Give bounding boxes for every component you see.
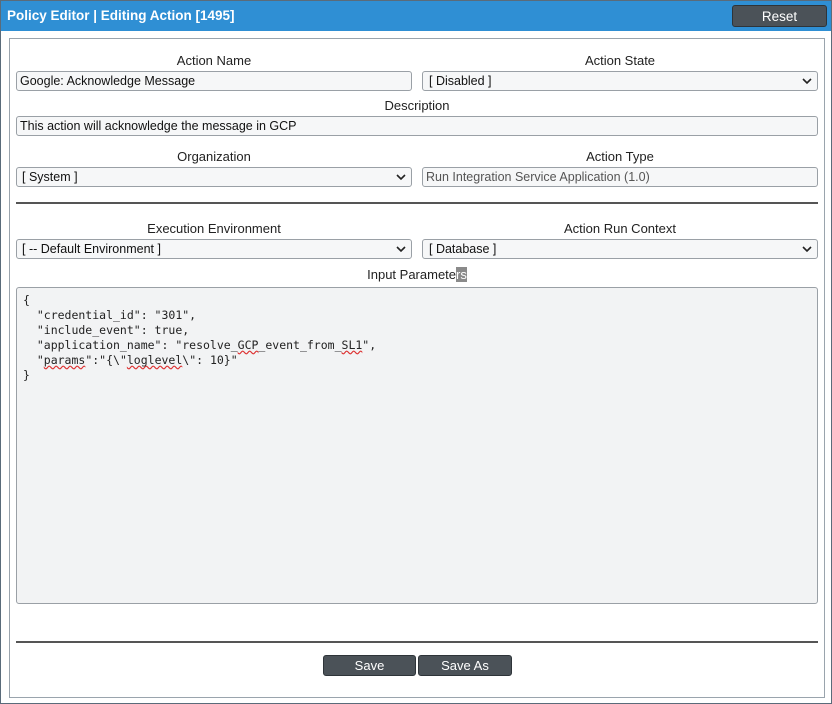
code-line: { xyxy=(23,293,30,307)
save-button[interactable]: Save xyxy=(323,655,416,676)
title-bar: Policy Editor | Editing Action [1495] Re… xyxy=(1,1,831,31)
description-label: Description xyxy=(384,98,450,113)
execution-environment-value: [ -- Default Environment ] xyxy=(22,242,161,256)
organization-label: Organization xyxy=(177,149,251,164)
input-parameters-label-selection: rs xyxy=(456,267,467,282)
policy-editor-window: Policy Editor | Editing Action [1495] Re… xyxy=(0,0,832,704)
action-run-context-value: [ Database ] xyxy=(429,242,497,256)
action-run-context-select[interactable]: [ Database ] xyxy=(422,239,818,259)
action-name-input[interactable]: Google: Acknowledge Message xyxy=(16,71,412,91)
action-state-label: Action State xyxy=(584,53,656,68)
footer-divider xyxy=(16,641,818,643)
input-parameters-label-text: Input Paramete xyxy=(367,267,457,282)
code-line: "params":"{\"loglevel\": 10}" xyxy=(23,353,238,367)
chevron-down-icon xyxy=(396,174,406,181)
code-line: "application_name": "resolve_GCP_event_f… xyxy=(23,338,377,352)
action-type-field: Run Integration Service Application (1.0… xyxy=(422,167,818,187)
input-parameters-editor[interactable]: { "credential_id": "301", "include_event… xyxy=(16,287,818,604)
save-as-button[interactable]: Save As xyxy=(418,655,512,676)
chevron-down-icon xyxy=(396,246,406,253)
description-input[interactable]: This action will acknowledge the message… xyxy=(16,116,818,136)
action-type-label: Action Type xyxy=(586,149,654,164)
action-run-context-label: Action Run Context xyxy=(563,221,676,236)
reset-button[interactable]: Reset xyxy=(732,5,827,27)
input-parameters-label: Input Parameters xyxy=(16,267,818,282)
execution-environment-label: Execution Environment xyxy=(147,221,281,236)
execution-environment-select[interactable]: [ -- Default Environment ] xyxy=(16,239,412,259)
code-line: "include_event": true, xyxy=(23,323,190,337)
action-state-select[interactable]: [ Disabled ] xyxy=(422,71,818,91)
action-form-panel: Action Name Google: Acknowledge Message … xyxy=(9,38,825,698)
organization-select[interactable]: [ System ] xyxy=(16,167,412,187)
chevron-down-icon xyxy=(802,78,812,85)
section-divider xyxy=(16,202,818,204)
action-state-value: [ Disabled ] xyxy=(429,74,492,88)
chevron-down-icon xyxy=(802,246,812,253)
window-title: Policy Editor | Editing Action [1495] xyxy=(7,8,235,23)
organization-value: [ System ] xyxy=(22,170,78,184)
code-line: } xyxy=(23,368,30,382)
action-name-label: Action Name xyxy=(176,53,252,68)
code-line: "credential_id": "301", xyxy=(23,308,197,322)
